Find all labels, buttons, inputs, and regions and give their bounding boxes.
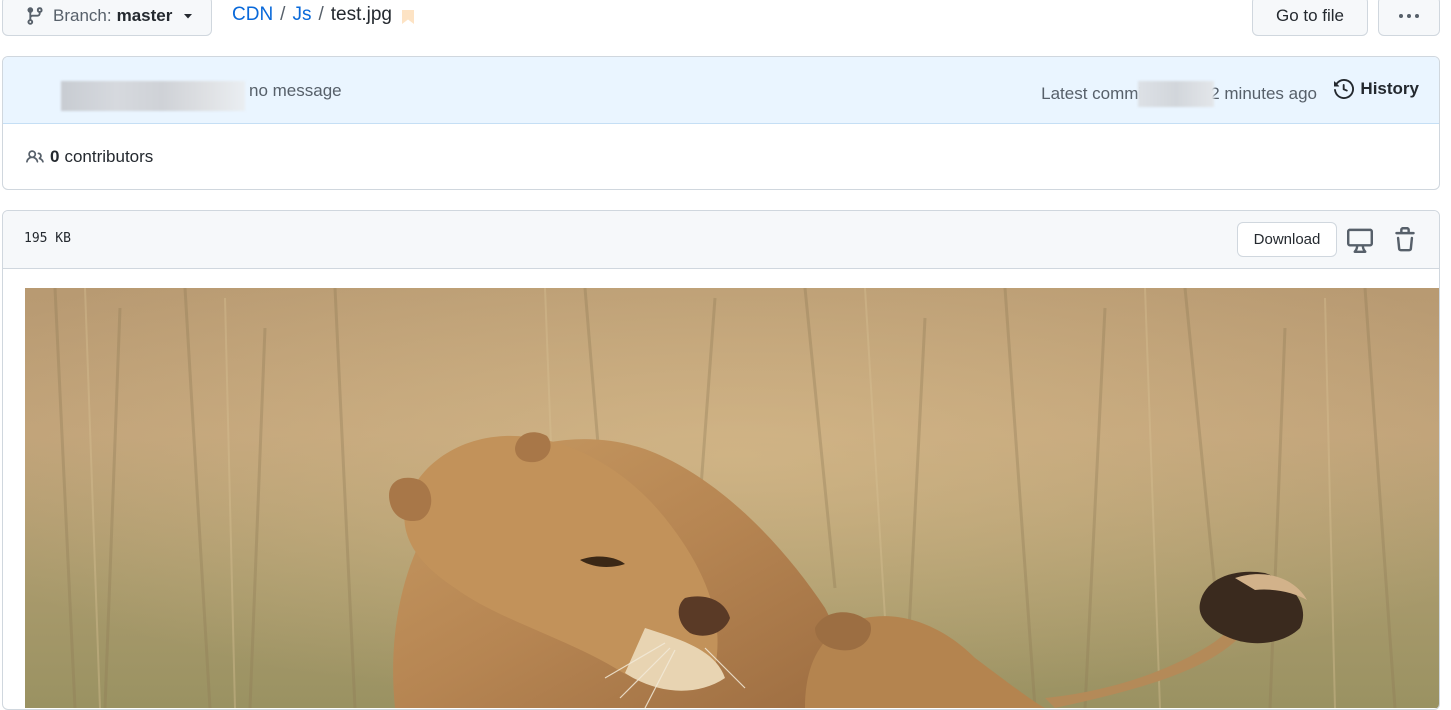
breadcrumb-separator: /	[318, 4, 324, 25]
go-to-file-button[interactable]: Go to file	[1252, 0, 1368, 36]
breadcrumb: CDN / Js / test.jpg	[232, 4, 414, 26]
image-preview	[25, 288, 1439, 708]
device-desktop-icon[interactable]	[1347, 227, 1373, 253]
commit-header: no message Latest commi 2 minutes ago Hi…	[3, 57, 1439, 124]
latest-commit-box: no message Latest commi 2 minutes ago Hi…	[2, 56, 1440, 190]
history-button[interactable]: History	[1334, 79, 1419, 99]
commit-message-link[interactable]: no message	[249, 81, 342, 101]
commit-relative-time: 2 minutes ago	[1210, 84, 1317, 103]
trash-icon[interactable]	[1392, 227, 1418, 253]
git-branch-icon	[27, 7, 43, 25]
redacted-commit-sha[interactable]	[1138, 81, 1215, 107]
history-icon	[1334, 79, 1355, 99]
download-button[interactable]: Download	[1237, 222, 1337, 257]
breadcrumb-file-name: test.jpg	[330, 4, 392, 25]
breadcrumb-separator: /	[280, 4, 286, 25]
more-options-button[interactable]	[1378, 0, 1440, 36]
lioness-photo	[25, 288, 1439, 708]
breadcrumb-folder-link[interactable]: Js	[292, 4, 311, 26]
file-viewer: 195 KB Download	[2, 210, 1440, 710]
contributors-row: 0 contributors	[3, 124, 1439, 189]
file-size: 195 KB	[24, 231, 71, 246]
triangle-down-icon	[184, 14, 193, 19]
people-icon	[26, 150, 44, 163]
file-header: 195 KB Download	[3, 211, 1439, 269]
bookmark-icon[interactable]	[402, 10, 414, 24]
redacted-author	[61, 81, 245, 111]
file-navigation-bar: Branch: master CDN / Js / test.jpg Go to…	[0, 0, 1451, 44]
history-label: History	[1360, 79, 1419, 98]
branch-label-prefix: Branch:	[53, 6, 112, 25]
latest-commit-prefix: Latest commi	[1041, 84, 1143, 103]
breadcrumb-repo-link[interactable]: CDN	[232, 4, 273, 26]
branch-name: master	[116, 6, 173, 25]
latest-commit-info: Latest commi 2 minutes ago	[1041, 81, 1317, 107]
kebab-horizontal-icon	[1399, 14, 1419, 18]
contributors-count: 0	[50, 147, 60, 166]
contributors-label: contributors	[64, 147, 154, 166]
branch-select-button[interactable]: Branch: master	[2, 0, 212, 36]
